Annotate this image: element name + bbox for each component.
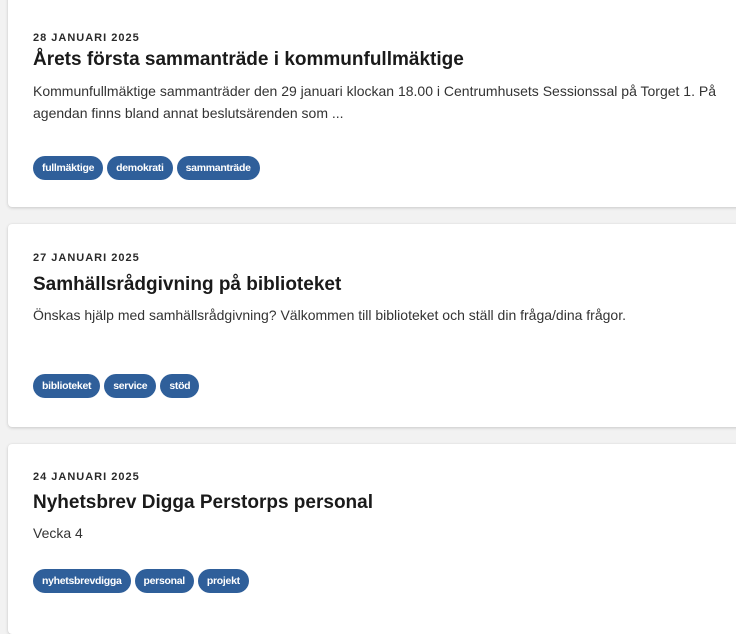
- news-card[interactable]: 28 JANUARI 2025 Årets första sammanträde…: [8, 0, 736, 207]
- tag-biblioteket[interactable]: biblioteket: [33, 374, 101, 398]
- tag-nyhetsbrevdigga[interactable]: nyhetsbrevdigga: [33, 569, 131, 593]
- news-excerpt: Önskas hjälp med samhällsrådgivning? Väl…: [33, 307, 626, 323]
- news-date: 27 JANUARI 2025: [33, 252, 140, 264]
- news-card[interactable]: 27 JANUARI 2025 Samhällsrådgivning på bi…: [8, 224, 736, 427]
- news-card[interactable]: 24 JANUARI 2025 Nyhetsbrev Digga Perstor…: [8, 444, 736, 634]
- news-title-link[interactable]: Årets första sammanträde i kommunfullmäk…: [33, 48, 464, 72]
- news-date: 28 JANUARI 2025: [33, 32, 140, 44]
- tag-list: biblioteket service stöd: [33, 374, 200, 398]
- news-excerpt: Vecka 4: [33, 525, 83, 541]
- tag-list: fullmäktige demokrati sammanträde: [33, 156, 260, 180]
- tag-fullmaktige[interactable]: fullmäktige: [33, 156, 104, 180]
- news-title-link[interactable]: Samhällsrådgivning på biblioteket: [33, 273, 341, 297]
- tag-stod[interactable]: stöd: [160, 374, 200, 398]
- tag-projekt[interactable]: projekt: [197, 569, 249, 593]
- tag-demokrati[interactable]: demokrati: [107, 156, 173, 180]
- news-date: 24 JANUARI 2025: [33, 471, 140, 483]
- news-title-link[interactable]: Nyhetsbrev Digga Perstorps personal: [33, 491, 373, 515]
- news-feed: 28 JANUARI 2025 Årets första sammanträde…: [0, 0, 736, 634]
- tag-list: nyhetsbrevdigga personal projekt: [33, 569, 249, 593]
- tag-personal[interactable]: personal: [134, 569, 194, 593]
- news-excerpt: Kommunfullmäktige sammanträder den 29 ja…: [33, 83, 716, 121]
- tag-service[interactable]: service: [104, 374, 157, 398]
- tag-sammantrade[interactable]: sammanträde: [176, 156, 260, 180]
